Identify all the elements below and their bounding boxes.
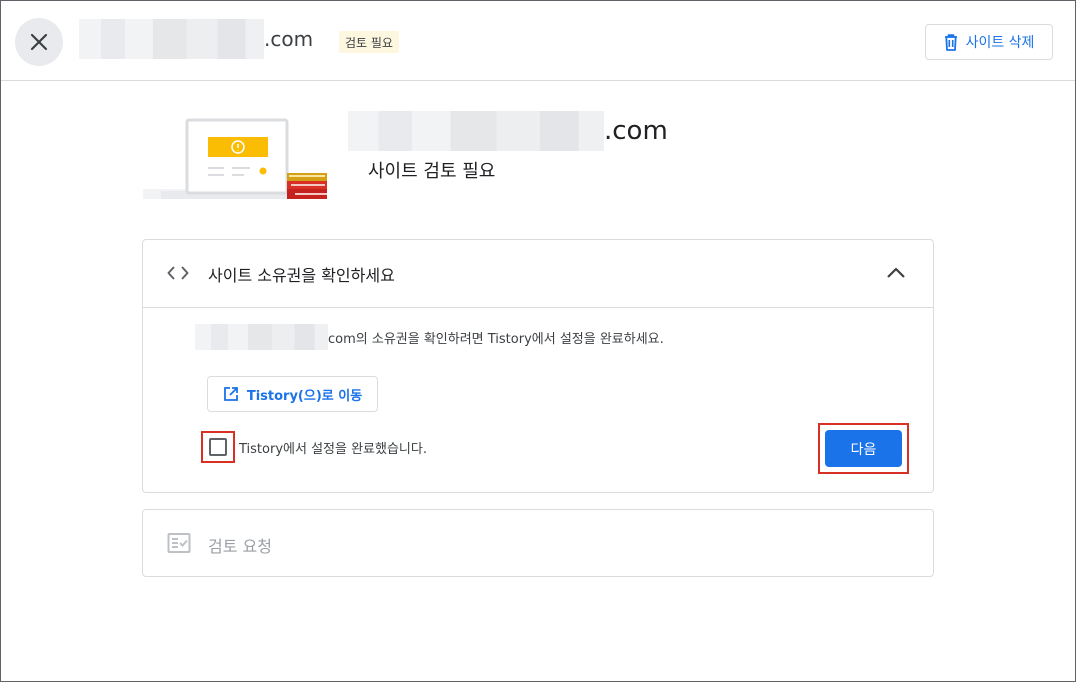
redacted-domain bbox=[195, 324, 328, 350]
header-domain-suffix: .com bbox=[264, 27, 314, 51]
redacted-domain bbox=[79, 19, 264, 59]
site-status-text: 사이트 검토 필요 bbox=[368, 161, 496, 182]
site-domain-suffix: .com bbox=[604, 116, 668, 146]
verify-description: com의 소유권을 확인하려면 Tistory에서 설정을 완료하세요. bbox=[195, 324, 664, 350]
open-tistory-button[interactable]: Tistory(으)로 이동 bbox=[207, 376, 378, 412]
open-tistory-label: Tistory(으)로 이동 bbox=[246, 388, 363, 404]
setup-complete-checkbox[interactable] bbox=[209, 438, 227, 456]
next-button[interactable]: 다음 bbox=[825, 430, 902, 467]
site-domain: .com bbox=[348, 111, 668, 151]
verify-ownership-title: 사이트 소유권을 확인하세요 bbox=[208, 266, 395, 285]
trash-icon bbox=[944, 33, 957, 51]
verify-description-text: com의 소유권을 확인하려면 Tistory에서 설정을 완료하세요. bbox=[328, 331, 664, 347]
site-review-illustration bbox=[143, 118, 327, 199]
setup-complete-label[interactable]: Tistory에서 설정을 완료했습니다. bbox=[239, 438, 427, 457]
delete-site-label: 사이트 삭제 bbox=[965, 35, 1035, 51]
request-review-title: 검토 요청 bbox=[208, 537, 272, 556]
chevron-up-icon[interactable] bbox=[885, 262, 907, 284]
verify-ownership-card: 사이트 소유권을 확인하세요 com의 소유권을 확인하려면 Tistory에서… bbox=[142, 239, 934, 493]
code-icon bbox=[167, 266, 189, 280]
close-icon bbox=[30, 33, 48, 51]
close-button[interactable] bbox=[15, 18, 63, 66]
open-in-new-icon bbox=[223, 387, 238, 401]
dialog-frame: .com 검토 필요 사이트 삭제 .com 사이트 검토 필요 사이트 소유권… bbox=[0, 0, 1076, 682]
fact-check-icon bbox=[167, 533, 191, 553]
verify-ownership-header[interactable]: 사이트 소유권을 확인하세요 bbox=[143, 240, 933, 308]
header-domain: .com bbox=[79, 19, 313, 59]
delete-site-button[interactable]: 사이트 삭제 bbox=[925, 24, 1053, 60]
dialog-header: .com 검토 필요 사이트 삭제 bbox=[1, 1, 1075, 81]
status-badge: 검토 필요 bbox=[339, 31, 399, 53]
request-review-card: 검토 요청 bbox=[142, 509, 934, 577]
next-button-highlight: 다음 bbox=[818, 423, 909, 474]
checkbox-highlight bbox=[201, 431, 235, 463]
redacted-domain bbox=[348, 111, 604, 151]
